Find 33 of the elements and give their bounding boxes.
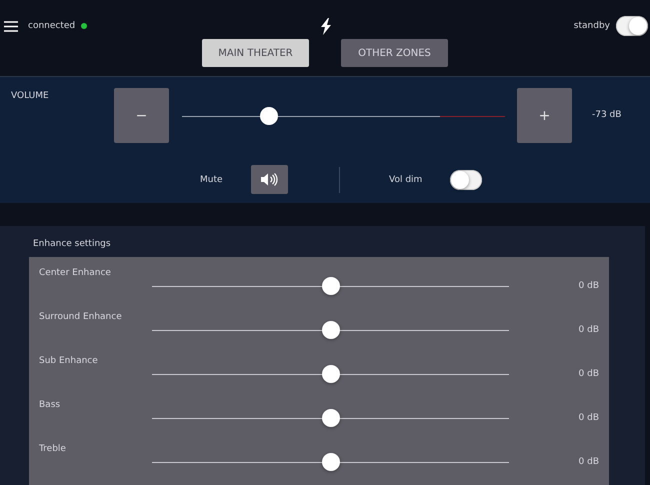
slider-thumb[interactable] <box>322 365 340 383</box>
slider-reading: 0 dB <box>578 281 599 291</box>
slider-reading: 0 dB <box>578 413 599 423</box>
slider-reading: 0 dB <box>578 457 599 467</box>
slider-label: Surround Enhance <box>38 311 123 322</box>
volume-slider-thumb[interactable] <box>260 107 278 125</box>
volume-label: VOLUME <box>11 90 50 101</box>
volume-down-button[interactable]: − <box>114 88 169 143</box>
slider-reading: 0 dB <box>578 369 599 379</box>
menu-icon[interactable] <box>4 20 18 32</box>
slider-label: Sub Enhance <box>38 355 99 366</box>
slider-label: Treble <box>38 443 67 454</box>
volume-reading: -73 dB <box>592 110 622 120</box>
standby-toggle[interactable] <box>616 16 648 36</box>
slider-label: Bass <box>38 399 62 410</box>
slider-thumb[interactable] <box>322 409 340 427</box>
standby-label: standby <box>574 21 610 31</box>
volume-up-button[interactable]: + <box>517 88 572 143</box>
enhance-title: Enhance settings <box>33 239 112 249</box>
mute-button[interactable] <box>251 165 288 194</box>
zone-tab[interactable]: OTHER ZONES <box>341 39 448 67</box>
connection-status: connected <box>28 21 76 31</box>
slider-thumb[interactable] <box>322 321 340 339</box>
zone-tab[interactable]: MAIN THEATER <box>202 39 309 67</box>
slider-thumb[interactable] <box>322 453 340 471</box>
mute-label: Mute <box>200 174 224 184</box>
slider-thumb[interactable] <box>322 277 340 295</box>
vol-dim-label: Vol dim <box>389 174 424 184</box>
slider-reading: 0 dB <box>578 325 599 335</box>
vol-dim-toggle[interactable] <box>450 170 482 190</box>
slider-label: Center Enhance <box>38 267 112 278</box>
lightning-bolt-icon <box>320 18 332 34</box>
speaker-icon <box>260 173 278 186</box>
